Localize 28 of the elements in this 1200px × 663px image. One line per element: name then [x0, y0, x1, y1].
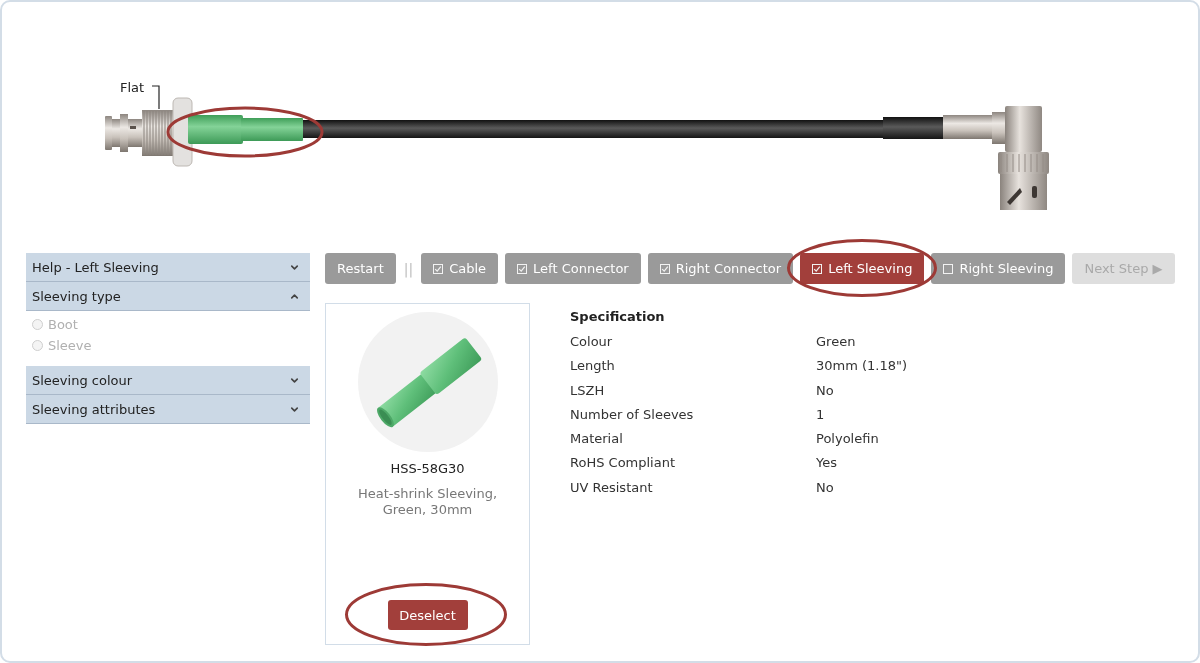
accordion-header[interactable]: Help - Left Sleeving — [26, 253, 310, 282]
spec-name: Number of Sleeves — [570, 405, 695, 424]
spec-name: UV Resistant — [570, 478, 654, 497]
product-code: HSS-58G30 — [390, 461, 465, 476]
accordion-header[interactable]: Sleeving type — [26, 282, 310, 311]
flat-label: Flat — [120, 80, 145, 95]
spec-value: 30mm (1.18") — [816, 357, 908, 376]
specification-heading: Specification — [570, 308, 666, 326]
option-label: Boot — [48, 317, 78, 332]
spec-value: Polyolefin — [816, 430, 880, 449]
spec-value: No — [816, 381, 835, 400]
accordion-header[interactable]: Sleeving colour — [26, 366, 310, 395]
spec-value: 1 — [816, 405, 826, 424]
spec-name: LSZH — [570, 381, 606, 400]
step-button[interactable]: Left Sleeving — [800, 253, 925, 284]
spec-value: Green — [816, 333, 857, 351]
spec-name: Colour — [570, 333, 614, 351]
product-description: Heat-shrink Sleeving, Green, 30mm — [356, 486, 499, 518]
option-label: Sleeve — [48, 338, 92, 353]
leader-line — [151, 85, 160, 110]
deselect-button[interactable]: Deselect — [387, 600, 468, 630]
spec-value: Yes — [816, 454, 838, 473]
separator: || — [402, 260, 415, 277]
accordion-header[interactable]: Sleeving attributes — [26, 395, 310, 424]
spec-name: RoHS Compliant — [570, 454, 677, 473]
spec-name: Material — [570, 430, 624, 449]
spec-value: No — [816, 478, 835, 497]
spec-name: Length — [570, 357, 616, 376]
